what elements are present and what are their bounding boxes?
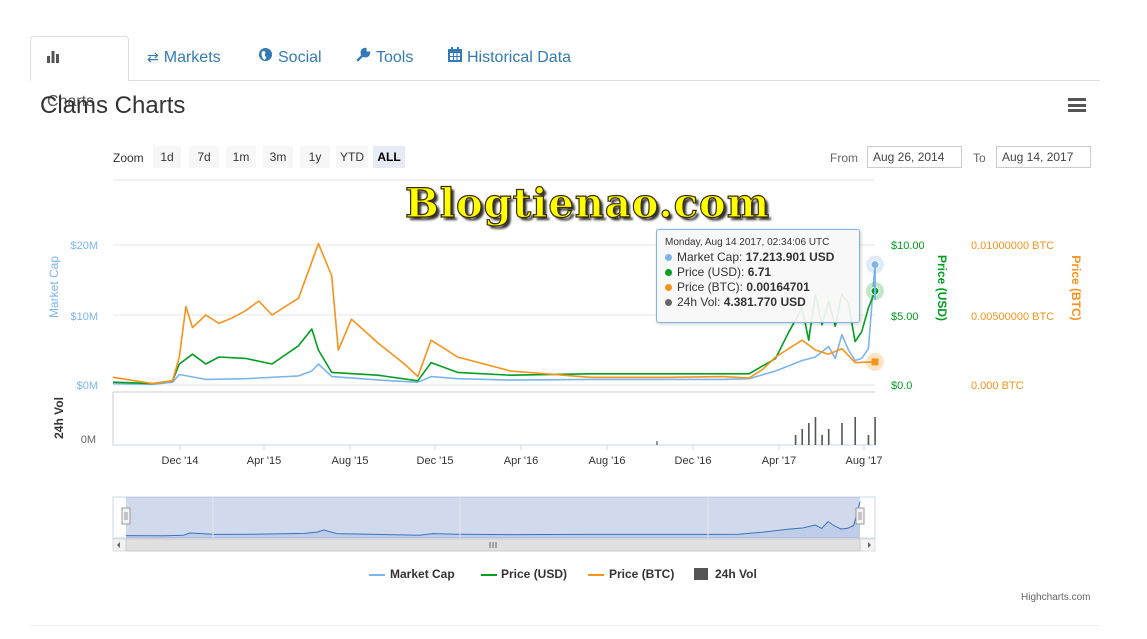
series-dot-icon <box>665 254 672 261</box>
price-chart: $0M $10M $20M Market Cap $0.0 $5.00 $10.00 Pric… <box>47 179 1083 552</box>
y-axis-title: Price (USD) <box>935 255 949 321</box>
legend-price-usd[interactable]: Price (USD) <box>501 567 567 581</box>
volume-bar <box>854 417 857 445</box>
y-tick-label: $0.0 <box>891 380 912 392</box>
x-tick-label: Aug '15 <box>332 455 369 467</box>
x-tick-label: Dec '16 <box>675 455 712 467</box>
x-tick-label: Dec '15 <box>417 455 454 467</box>
y-tick-label: $20M <box>70 240 98 252</box>
hover-marker <box>871 358 879 366</box>
volume-bar <box>827 429 830 445</box>
y-tick-label: $5.00 <box>891 311 919 323</box>
tooltip-row-value: 6.71 <box>747 265 772 279</box>
legend-price-btc[interactable]: Price (BTC) <box>609 567 674 581</box>
volume-bar <box>794 435 797 445</box>
series-dot-icon <box>665 269 672 276</box>
tooltip-row-value: 4.381.770 USD <box>723 295 806 309</box>
legend-market-cap[interactable]: Market Cap <box>390 567 455 581</box>
x-tick-label: Dec '14 <box>162 455 199 467</box>
tooltip-row-volume: 24h Vol: 4.381.770 USD <box>665 295 859 310</box>
volume-bar <box>821 435 823 445</box>
tooltip-row-value: 17.213.901 USD <box>745 250 835 264</box>
legend-market-cap-swatch <box>369 574 385 576</box>
legend-volume[interactable]: 24h Vol <box>715 567 757 581</box>
y-tick-label: $0M <box>77 380 98 392</box>
tooltip-row-name: 24h Vol <box>677 295 718 309</box>
watermark-text: Blogtienao.com <box>404 179 771 227</box>
y-tick-label: 0.00500000 BTC <box>971 311 1054 323</box>
volume-bar <box>656 441 658 445</box>
highcharts-credit[interactable]: Highcharts.com <box>1021 592 1090 603</box>
y-tick-label: $10M <box>70 311 98 323</box>
x-tick-label: Apr '15 <box>247 455 282 467</box>
chart-tooltip: Monday, Aug 14 2017, 02:34:06 UTC Market… <box>656 229 860 323</box>
volume-bar <box>801 429 804 445</box>
legend-price-btc-swatch <box>588 574 604 576</box>
x-tick-label: Apr '16 <box>504 455 539 467</box>
x-tick-label: Apr '17 <box>762 455 797 467</box>
series-dot-icon <box>665 284 672 291</box>
divider <box>30 625 1100 626</box>
tooltip-row-market-cap: Market Cap: 17.213.901 USD <box>665 250 859 265</box>
tooltip-row-name: Market Cap <box>677 250 740 264</box>
volume-bar <box>874 417 876 445</box>
navigator-selection <box>126 497 860 538</box>
tooltip-row-price-btc: Price (BTC): 0.00164701 <box>665 280 859 295</box>
x-tick-label: Aug '16 <box>589 455 626 467</box>
volume-bar <box>808 423 810 445</box>
y-tick-label: 0.000 BTC <box>971 380 1024 392</box>
tooltip-row-name: Price (BTC) <box>677 280 740 294</box>
y-tick-label: 0.01000000 BTC <box>971 240 1054 252</box>
tooltip-header: Monday, Aug 14 2017, 02:34:06 UTC <box>665 237 830 248</box>
tooltip-row-value: 0.00164701 <box>746 280 810 294</box>
y-axis-title: Price (BTC) <box>1069 255 1083 320</box>
y-axis-title: Market Cap <box>47 256 61 318</box>
tooltip-row-name: Price (USD) <box>677 265 742 279</box>
volume-bar <box>841 423 843 445</box>
navigator-handle[interactable] <box>855 507 865 525</box>
volume-bar <box>867 435 870 445</box>
y-tick-label: 0M <box>81 434 96 446</box>
volume-bar <box>814 417 817 445</box>
tooltip-row-price-usd: Price (USD): 6.71 <box>665 265 859 280</box>
legend-price-usd-swatch <box>481 574 497 576</box>
legend-volume-swatch <box>694 568 708 580</box>
navigator-handle[interactable] <box>121 507 131 525</box>
y-tick-label: $10.00 <box>891 240 925 252</box>
series-dot-icon <box>665 299 672 306</box>
x-tick-label: Aug '17 <box>846 455 883 467</box>
y-axis-title: 24h Vol <box>52 397 66 439</box>
